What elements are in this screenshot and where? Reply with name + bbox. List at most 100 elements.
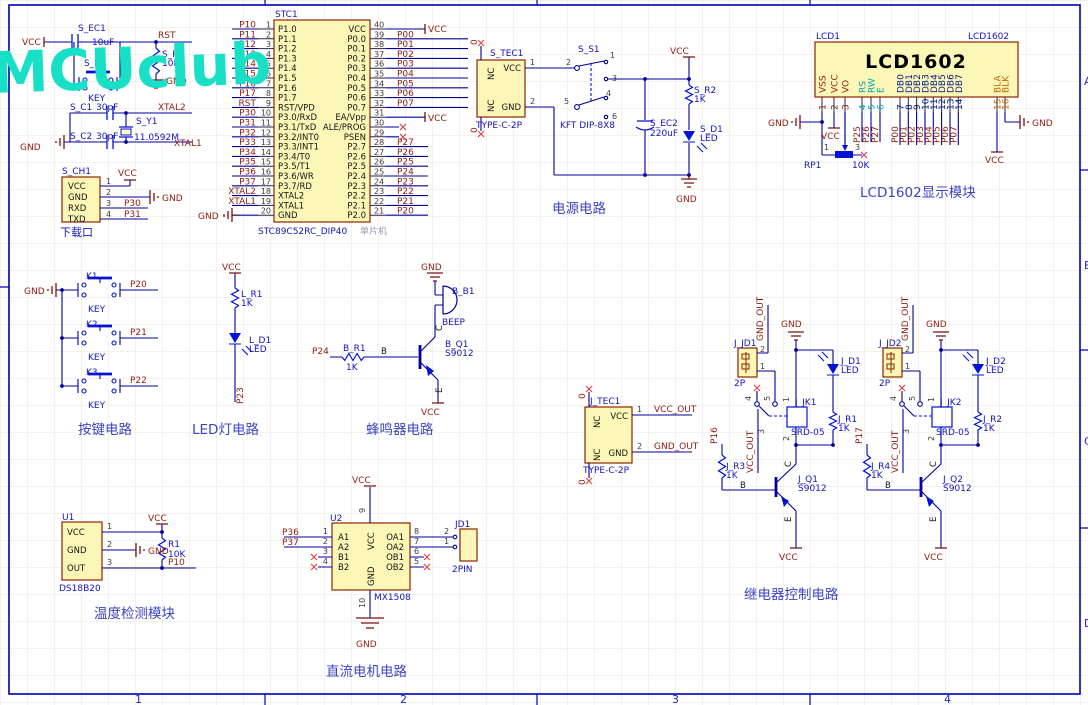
- text-40: 40: [374, 21, 384, 30]
- text-14: 14: [955, 98, 965, 110]
- text-33: 33: [374, 89, 384, 98]
- text-4: 4: [106, 210, 111, 219]
- text-5: 5: [414, 557, 419, 566]
- text-27: 27: [374, 148, 384, 157]
- text-p0-2: P0.2: [347, 54, 366, 64]
- text-p10: P10: [239, 21, 256, 31]
- text-1: 1: [760, 362, 765, 371]
- text-18: 18: [261, 187, 271, 196]
- text-p22: P22: [397, 187, 414, 197]
- text-j-jk2: J_JK2: [939, 398, 961, 408]
- relay2-terminal-body: [883, 348, 902, 377]
- text-220uf: 220uF: [650, 129, 678, 139]
- text-1: 1: [927, 397, 936, 402]
- text-10: 10: [261, 109, 271, 118]
- text-j-tec1: J_TEC1: [589, 397, 620, 407]
- text-vcc: VCC: [503, 64, 521, 74]
- text-e: E: [435, 388, 445, 393]
- zone-number: 1: [135, 693, 142, 705]
- text-s9012: S9012: [943, 484, 972, 494]
- text-gnd: GND: [502, 103, 522, 113]
- lcd-part-name: LCD1602: [865, 51, 967, 73]
- junction-dot: [643, 77, 647, 81]
- text-j-jd1: J_JD1: [733, 339, 756, 349]
- text-j-jk1: J_JK1: [794, 398, 816, 408]
- text-1: 1: [610, 51, 615, 60]
- text-gnd: GND: [162, 194, 183, 204]
- text-p1-1: P1.1: [278, 35, 297, 45]
- text-p1-5: P1.5: [278, 74, 297, 84]
- text-p01: P01: [397, 40, 414, 50]
- junction-dot: [60, 336, 64, 340]
- text-30pf: 30pF: [96, 132, 118, 142]
- text-type-c-2p: TYPE-C-2P: [582, 466, 630, 476]
- text-13: 13: [261, 138, 271, 147]
- zone-letter: D: [1084, 617, 1088, 630]
- text-22: 22: [374, 197, 384, 206]
- text-s-ec1: S_EC1: [78, 24, 106, 34]
- text-24: 24: [374, 177, 384, 186]
- text-3: 3: [842, 104, 852, 110]
- text-p2-6: P2.6: [347, 152, 366, 162]
- zone-letter: C: [1084, 435, 1088, 448]
- text-gnd: GND: [148, 547, 169, 557]
- text-34: 34: [374, 79, 384, 88]
- text-rxd: RXD: [68, 204, 87, 214]
- text-6: 6: [414, 547, 419, 556]
- text-vcc: VCC: [821, 132, 840, 142]
- junction-dot: [687, 173, 691, 177]
- junction-dot: [831, 443, 835, 447]
- text-led: LED: [249, 345, 267, 355]
- text-1: 1: [819, 104, 829, 110]
- text-1: 1: [266, 21, 271, 30]
- text-p1-4: P1.4: [278, 64, 297, 74]
- text-psen: PSEN: [344, 133, 366, 143]
- text-p2-7: P2.7: [347, 143, 366, 153]
- text-p24: P24: [397, 168, 414, 178]
- text-gnd: GND: [20, 143, 41, 153]
- text-2p: 2P: [879, 379, 891, 389]
- text-p17: P17: [855, 427, 865, 444]
- text-p22: P22: [130, 376, 147, 386]
- text-1: 1: [637, 405, 642, 414]
- text-vcc-out: VCC_OUT: [654, 405, 697, 415]
- text-vss: VSS: [819, 75, 829, 93]
- text-gnd: GND: [67, 546, 87, 556]
- text-led: LED: [700, 134, 718, 144]
- text-1: 1: [323, 527, 328, 536]
- text-2: 2: [782, 436, 791, 441]
- text-29: 29: [374, 128, 384, 137]
- text-2p: 2P: [734, 379, 746, 389]
- text-db7: DB7: [955, 74, 965, 93]
- text-2: 2: [927, 436, 936, 441]
- motor-connector-body: [460, 529, 477, 561]
- schematic-sheet: VCCS_EC110uFRSTS_R110KGNDS_K1KEYS_C130pF…: [0, 0, 1088, 705]
- text-6: 6: [612, 112, 617, 121]
- text-s9012: S9012: [445, 349, 474, 359]
- text-oa1: OA1: [386, 533, 404, 543]
- text-xtal2: XTAL2: [158, 103, 186, 113]
- text-p0-3: P0.3: [347, 64, 366, 74]
- text-p30: P30: [124, 199, 141, 209]
- text-c: C: [435, 325, 445, 331]
- text-srd-05: SRD-05: [791, 428, 825, 438]
- text-1: 1: [530, 58, 535, 67]
- text-1k: 1K: [838, 424, 851, 434]
- text-vcc: VCC: [421, 408, 440, 418]
- title-keys: 按键电路: [78, 422, 132, 438]
- text-32: 32: [374, 99, 384, 108]
- text-2: 2: [760, 345, 765, 354]
- text-vcc: VCC: [367, 532, 377, 550]
- text-lcd1602: LCD1602: [968, 32, 1009, 42]
- text-mx1508: MX1508: [374, 593, 411, 603]
- text-p3-1-txd: P3.1/TxD: [278, 123, 317, 133]
- text-p25: P25: [397, 158, 414, 168]
- zone-letter: B: [1084, 259, 1088, 272]
- text-blk: BLK: [1002, 75, 1012, 93]
- text-p31: P31: [239, 119, 256, 129]
- text-16: 16: [1002, 98, 1012, 110]
- title-buzzer: 蜂鸣器电路: [366, 421, 434, 438]
- text-0: 0: [578, 393, 588, 399]
- text-10: 10: [358, 598, 367, 608]
- text-3: 3: [107, 558, 112, 567]
